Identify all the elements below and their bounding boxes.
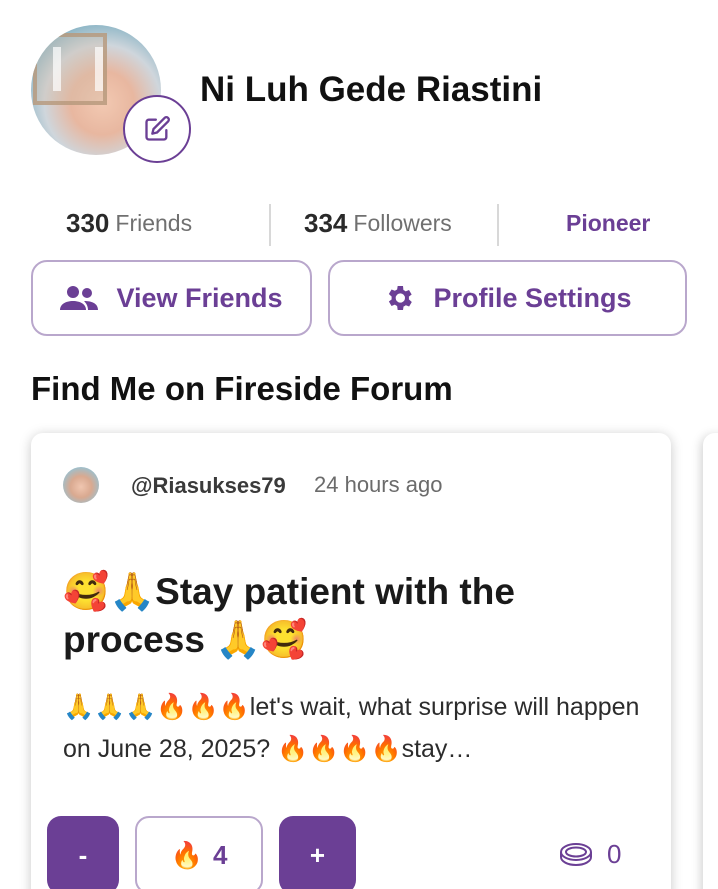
friends-count: 330 — [66, 207, 110, 238]
coin-tip[interactable]: 0 — [559, 839, 621, 870]
upvote-button[interactable]: + — [279, 816, 356, 889]
profile-stats: 330 Friends 334 Followers Pioneer — [0, 202, 718, 246]
rank-stat: Pioneer — [566, 202, 650, 244]
fire-icon: 🔥 — [170, 839, 203, 870]
downvote-button[interactable]: - — [47, 816, 119, 889]
view-friends-label: View Friends — [116, 282, 283, 313]
followers-count: 334 — [304, 207, 348, 238]
edit-profile-button[interactable] — [123, 95, 191, 163]
coin-icon — [560, 842, 592, 866]
forum-post-card[interactable]: @Riasukses79 24 hours ago 🥰🙏Stay patient… — [31, 433, 671, 889]
friends-stat[interactable]: 330 Friends — [66, 202, 192, 244]
stats-divider — [269, 204, 271, 246]
pencil-square-icon — [145, 116, 170, 141]
profile-settings-label: Profile Settings — [433, 282, 632, 313]
stats-divider — [497, 204, 499, 246]
followers-stat[interactable]: 334 Followers — [304, 202, 452, 244]
post-username[interactable]: @Riasukses79 — [131, 473, 286, 499]
post-title[interactable]: 🥰🙏Stay patient with the process 🙏🥰 — [63, 568, 643, 664]
profile-name: Ni Luh Gede Riastini — [200, 70, 543, 109]
section-title: Find Me on Fireside Forum — [31, 370, 453, 407]
post-body[interactable]: 🙏🙏🙏🔥🔥🔥let's wait, what surprise will hap… — [63, 686, 653, 770]
rank-label: Pioneer — [566, 209, 651, 236]
next-post-card[interactable] — [703, 433, 718, 889]
gear-icon — [389, 286, 413, 310]
people-icon — [60, 286, 99, 310]
fire-count-value: 4 — [212, 839, 228, 870]
friends-label: Friends — [115, 209, 193, 236]
followers-label: Followers — [353, 209, 452, 236]
post-timestamp: 24 hours ago — [314, 472, 443, 497]
fire-count: 🔥 4 — [135, 816, 263, 889]
profile-avatar-container — [31, 25, 191, 163]
view-friends-button[interactable]: View Friends — [31, 260, 312, 336]
coin-count: 0 — [607, 839, 622, 869]
profile-settings-button[interactable]: Profile Settings — [328, 260, 687, 336]
post-author-avatar[interactable] — [63, 467, 99, 503]
watermark-logo — [33, 33, 107, 105]
